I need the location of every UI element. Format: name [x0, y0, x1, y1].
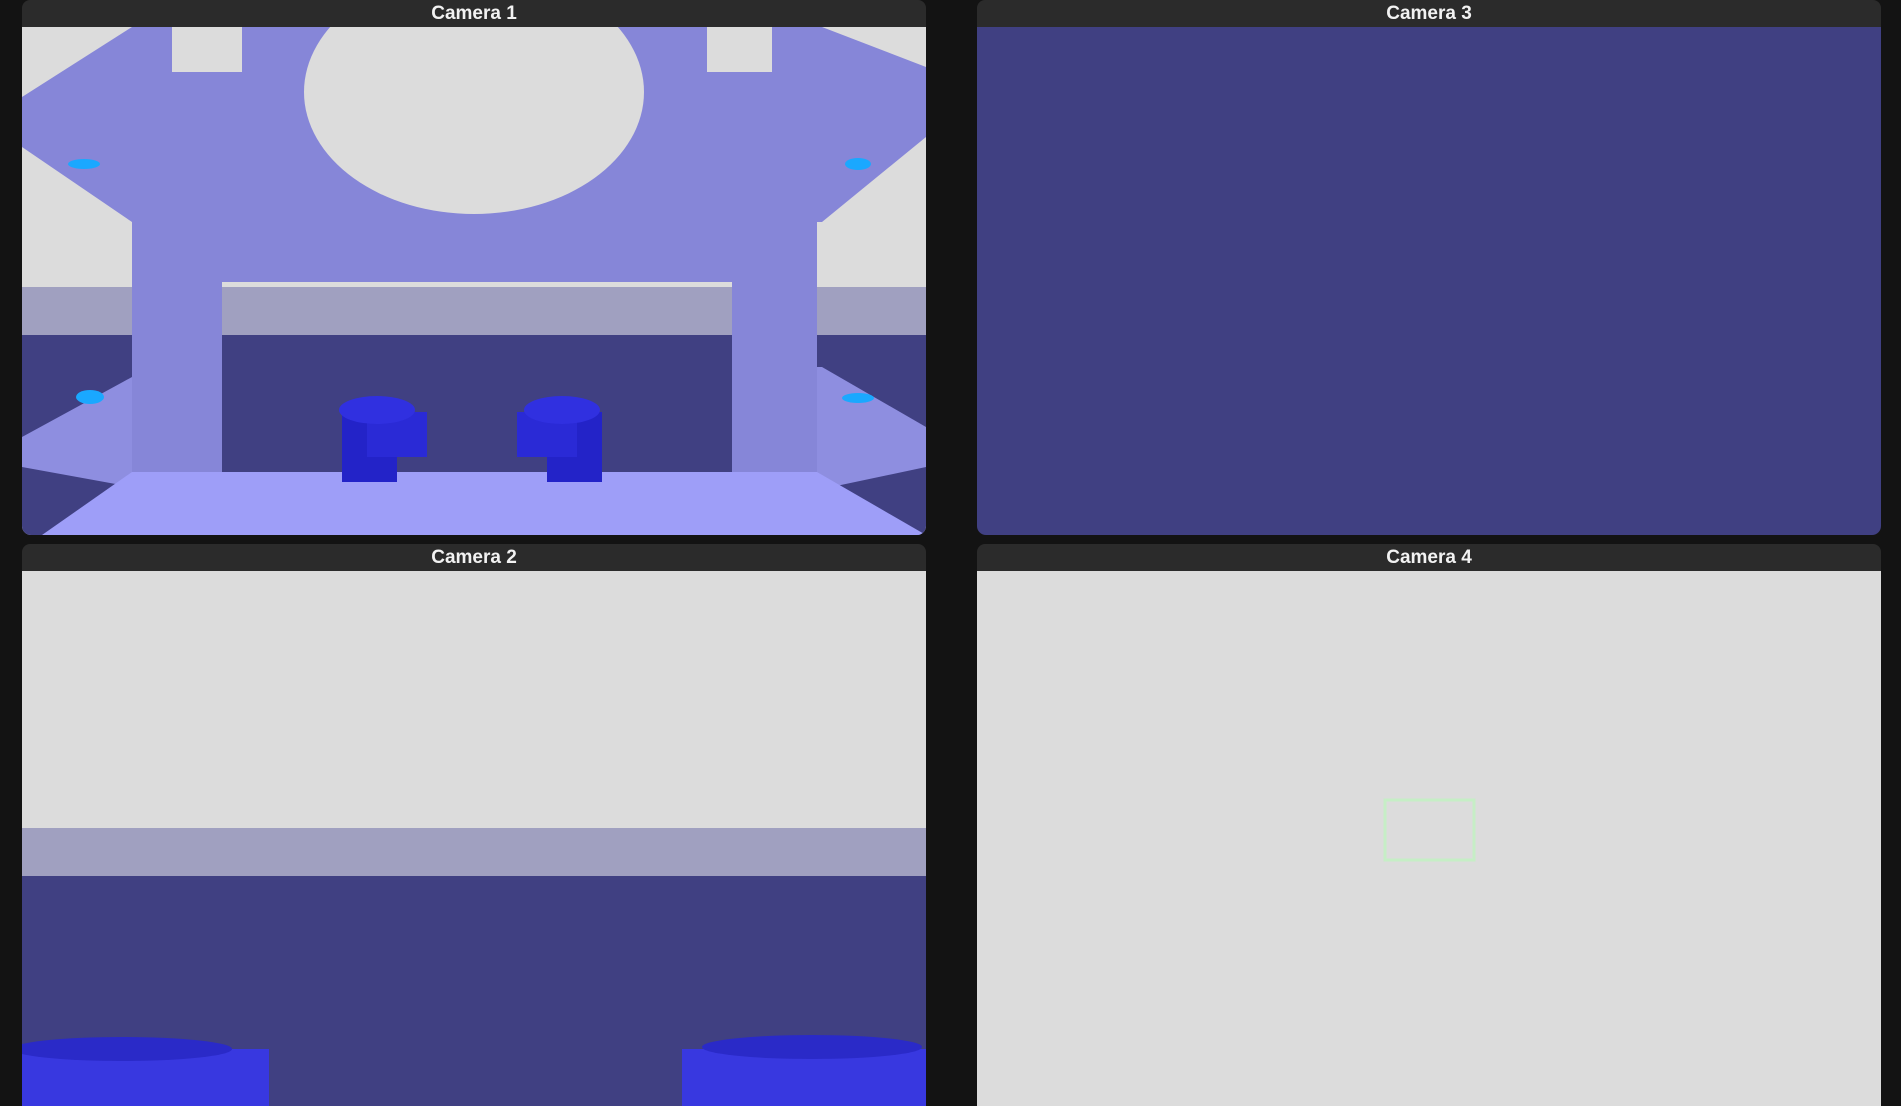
sensor-marker — [845, 158, 871, 170]
camera-panel-3: Camera 3 — [977, 0, 1881, 535]
floor — [977, 27, 1881, 535]
gripper-base — [42, 472, 926, 535]
camera-title: Camera 4 — [977, 544, 1881, 571]
camera-title: Camera 3 — [977, 0, 1881, 27]
wall — [977, 571, 1881, 1106]
camera-panel-1: Camera 1 — [22, 0, 926, 535]
camera-title: Camera 1 — [22, 0, 926, 27]
camera-feed-4[interactable] — [977, 571, 1881, 1106]
camera-feed-3[interactable] — [977, 27, 1881, 535]
sensor-marker — [68, 159, 100, 169]
camera-title: Camera 2 — [22, 544, 926, 571]
camera-panel-4: Camera 4 — [977, 544, 1881, 1106]
sensor-marker — [76, 390, 104, 404]
table-edge — [22, 828, 926, 876]
sensor-marker — [842, 393, 874, 403]
camera-feed-1[interactable] — [22, 27, 926, 535]
camera-panel-2: Camera 2 — [22, 544, 926, 1106]
camera-feed-2[interactable] — [22, 571, 926, 1106]
block-right — [682, 1035, 926, 1106]
